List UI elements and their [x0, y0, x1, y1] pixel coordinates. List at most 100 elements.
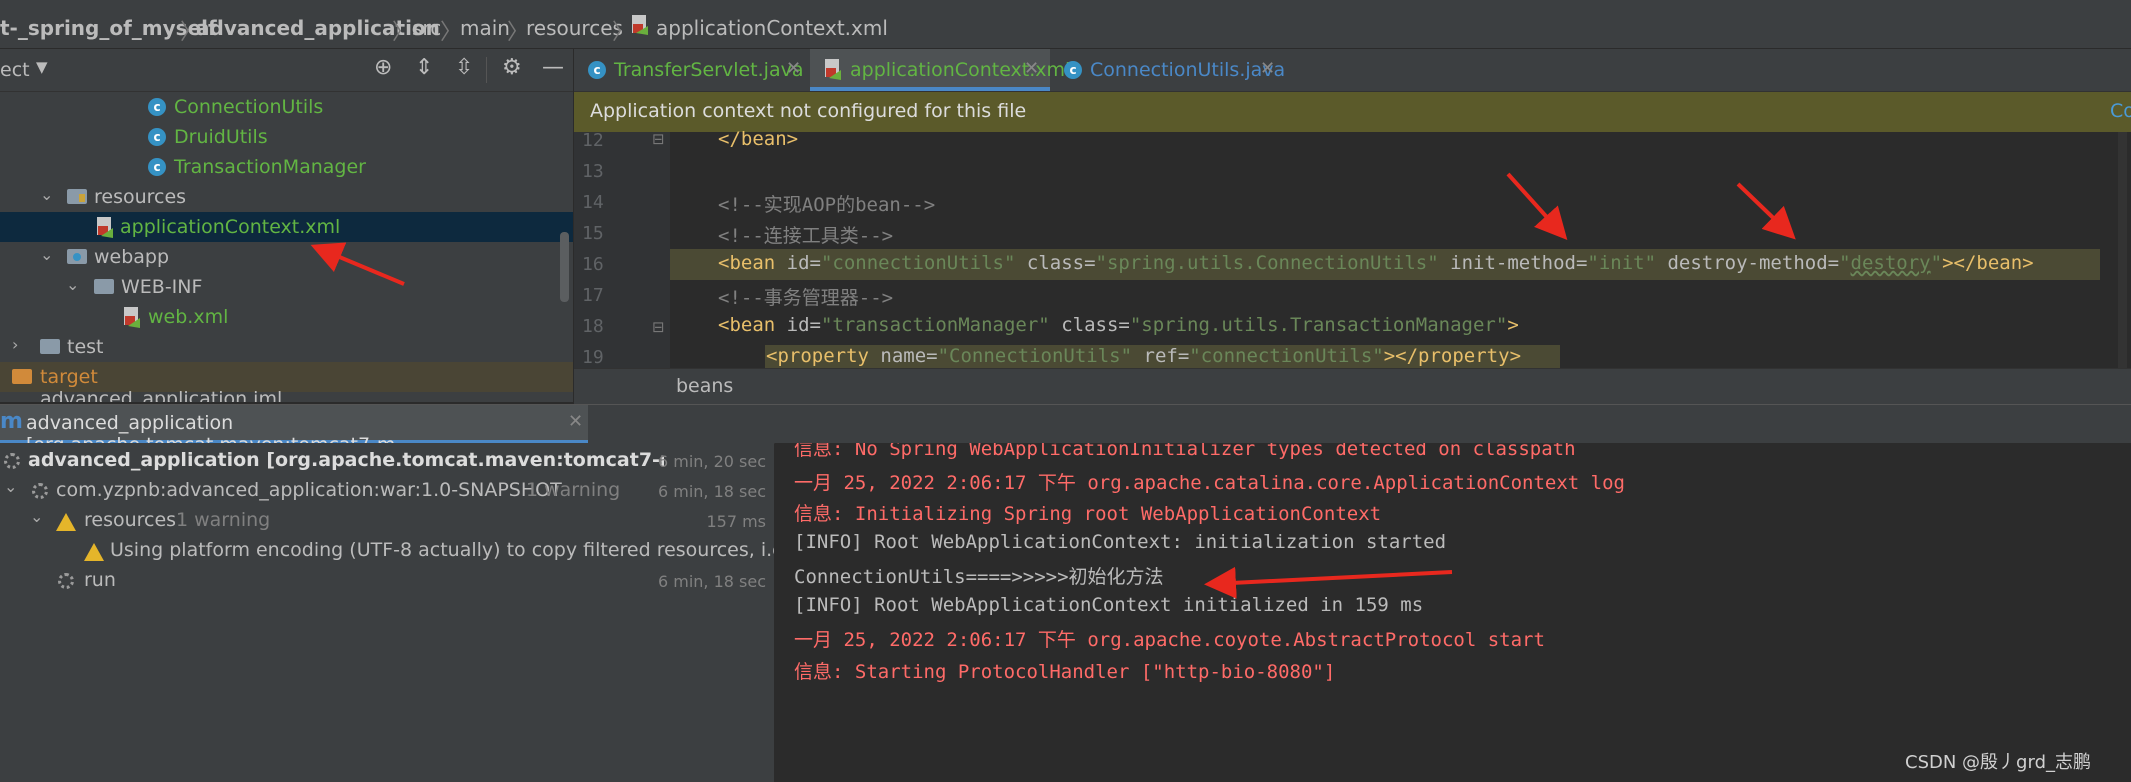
scrollbar-thumb[interactable] — [560, 232, 569, 302]
breadcrumb-file[interactable]: applicationContext.xml — [656, 16, 888, 40]
run-tab-bar: m advanced_application [org.apache.tomca… — [0, 404, 2131, 456]
breadcrumb-main[interactable]: main — [460, 16, 510, 40]
banner-configure-link[interactable]: Co — [2110, 100, 2131, 122]
class-icon: c — [588, 61, 606, 79]
code-line-14: <!--实现AOP的bean--> — [718, 190, 935, 217]
typo-token: destory — [1850, 252, 1931, 274]
build-tree-module[interactable]: ⌄ com.yzpnb:advanced_application:war:1.0… — [0, 477, 774, 509]
folder-icon — [40, 339, 60, 354]
code-token: ref= — [1132, 345, 1190, 367]
console-line: 信息: Initializing Spring root WebApplicat… — [794, 503, 1382, 525]
build-tree-warning[interactable]: Using platform encoding (UTF-8 actually)… — [0, 539, 774, 569]
editor-scrollbar[interactable] — [2118, 132, 2127, 368]
line-number: 17 — [582, 285, 604, 306]
code-token: id= — [786, 252, 821, 274]
fold-icon[interactable]: ⊟ — [652, 130, 665, 148]
close-icon[interactable]: ✕ — [568, 411, 583, 432]
chevron-right-icon[interactable]: › — [12, 335, 18, 354]
build-duration: 6 min, 20 sec — [657, 452, 766, 471]
spinner-icon — [4, 453, 20, 469]
warning-icon — [84, 543, 104, 561]
gear-icon[interactable]: ⚙ — [502, 55, 522, 80]
structure-crumb-beans[interactable]: beans — [676, 375, 733, 397]
tab-transferservlet[interactable]: c TransferServlet.java ✕ — [574, 49, 810, 91]
code-token: class= — [1015, 252, 1096, 274]
tree-item-applicationcontext-selected[interactable]: applicationContext.xml — [0, 212, 573, 242]
tree-item-connectionutils[interactable]: c ConnectionUtils — [0, 92, 573, 122]
close-icon[interactable]: ✕ — [786, 58, 801, 79]
line-number: 13 — [582, 161, 604, 182]
code-token: init-method= — [1438, 252, 1588, 274]
code-token: <bean — [718, 314, 787, 336]
console-line: 一月 25, 2022 2:06:17 下午 org.apache.coyote… — [794, 629, 1545, 651]
tab-connectionutils[interactable]: c ConnectionUtils.java ✕ — [1050, 49, 1290, 91]
tree-item-druidutils[interactable]: c DruidUtils — [0, 122, 573, 152]
tree-item-label: applicationContext.xml — [120, 216, 341, 238]
tree-item-web-xml[interactable]: web.xml — [0, 302, 573, 332]
locate-icon[interactable]: ⊕ — [374, 55, 392, 80]
line-number: 15 — [582, 223, 604, 244]
code-line-15: <!--连接工具类--> — [718, 221, 893, 248]
breadcrumb-separator: 〉 — [440, 20, 463, 45]
tree-item-resources[interactable]: ⌄ resources — [0, 182, 573, 212]
build-tree: advanced_application [org.apache.tomcat.… — [0, 443, 774, 782]
console-line: ConnectionUtils====>>>>>初始化方法 — [794, 566, 1164, 588]
tree-item-iml[interactable]: advanced_application.iml — [0, 388, 573, 402]
tab-label: TransferServlet.java — [614, 59, 804, 81]
xml-file-icon — [632, 15, 648, 35]
tree-item-label: webapp — [94, 246, 170, 268]
tree-item-transactionmanager[interactable]: c TransactionManager — [0, 152, 573, 182]
project-view-selector[interactable]: ect — [0, 59, 30, 81]
build-node-label: com.yzpnb:advanced_application:war:1.0-S… — [56, 479, 562, 501]
close-icon[interactable]: ✕ — [1260, 58, 1275, 79]
build-tree-run[interactable]: run 6 min, 18 sec — [0, 569, 774, 599]
console-line: 信息: No Spring WebApplicationInitializer … — [794, 443, 1576, 460]
class-icon: c — [1064, 61, 1082, 79]
chevron-down-icon[interactable]: ⌄ — [40, 185, 53, 204]
code-token: </bean> — [718, 128, 799, 150]
code-token: " — [1930, 252, 1943, 274]
run-tab[interactable]: m advanced_application [org.apache.tomca… — [0, 405, 588, 456]
code-line-17: <!--事务管理器--> — [718, 283, 893, 310]
class-icon: c — [148, 128, 166, 146]
chevron-down-icon[interactable]: ⌄ — [4, 477, 17, 496]
minimize-icon[interactable]: — — [542, 55, 564, 80]
tree-item-label: WEB-INF — [121, 276, 203, 298]
code-comment: <!--实现AOP的bean--> — [718, 194, 936, 216]
tree-item-test[interactable]: › test — [0, 332, 573, 362]
xml-file-icon — [124, 307, 140, 328]
tree-item-label: TransactionManager — [174, 156, 366, 178]
fold-icon[interactable]: ⊟ — [652, 318, 665, 336]
warning-count: 1 warning — [176, 509, 271, 531]
close-icon[interactable]: ✕ — [1024, 58, 1039, 79]
line-number: 14 — [582, 192, 604, 213]
warning-icon — [56, 513, 76, 531]
tree-item-webapp[interactable]: ⌄ webapp — [0, 242, 573, 272]
expand-all-icon[interactable]: ⇕ — [415, 55, 433, 80]
breadcrumb-separator: 〉 — [392, 20, 415, 45]
warning-message: Using platform encoding (UTF-8 actually)… — [110, 539, 774, 561]
web-folder-icon — [67, 249, 87, 264]
chevron-down-icon[interactable]: ⌄ — [66, 275, 79, 294]
chevron-down-icon[interactable]: ⌄ — [30, 507, 43, 526]
class-icon: c — [148, 98, 166, 116]
breadcrumb-resources[interactable]: resources — [526, 16, 623, 40]
tree-item-label: advanced_application.iml — [40, 388, 283, 402]
line-number: 19 — [582, 347, 604, 368]
tab-applicationcontext[interactable]: applicationContext.xml ✕ — [810, 49, 1070, 91]
breadcrumb-src[interactable]: src — [412, 16, 441, 40]
collapse-all-icon[interactable]: ⇳ — [455, 55, 473, 80]
tree-item-label: test — [67, 336, 104, 358]
build-tree-resources[interactable]: ⌄ resources 1 warning 157 ms — [0, 507, 774, 539]
code-token: " — [1839, 252, 1851, 274]
console-line: [INFO] Root WebApplicationContext: initi… — [794, 531, 1447, 553]
xml-structure-breadcrumb: beans — [574, 368, 2131, 405]
tree-item-label: ConnectionUtils — [174, 96, 324, 118]
console-line: [INFO] Root WebApplicationContext initia… — [794, 594, 1424, 616]
tree-item-web-inf[interactable]: ⌄ WEB-INF — [0, 272, 573, 302]
chevron-down-icon[interactable]: ⌄ — [40, 245, 53, 264]
build-tree-root[interactable]: advanced_application [org.apache.tomcat.… — [0, 449, 774, 479]
console-line: 一月 25, 2022 2:06:17 下午 org.apache.catali… — [794, 472, 1625, 494]
chevron-down-icon[interactable]: ▼ — [36, 58, 48, 76]
line-number: 12 — [582, 130, 604, 151]
